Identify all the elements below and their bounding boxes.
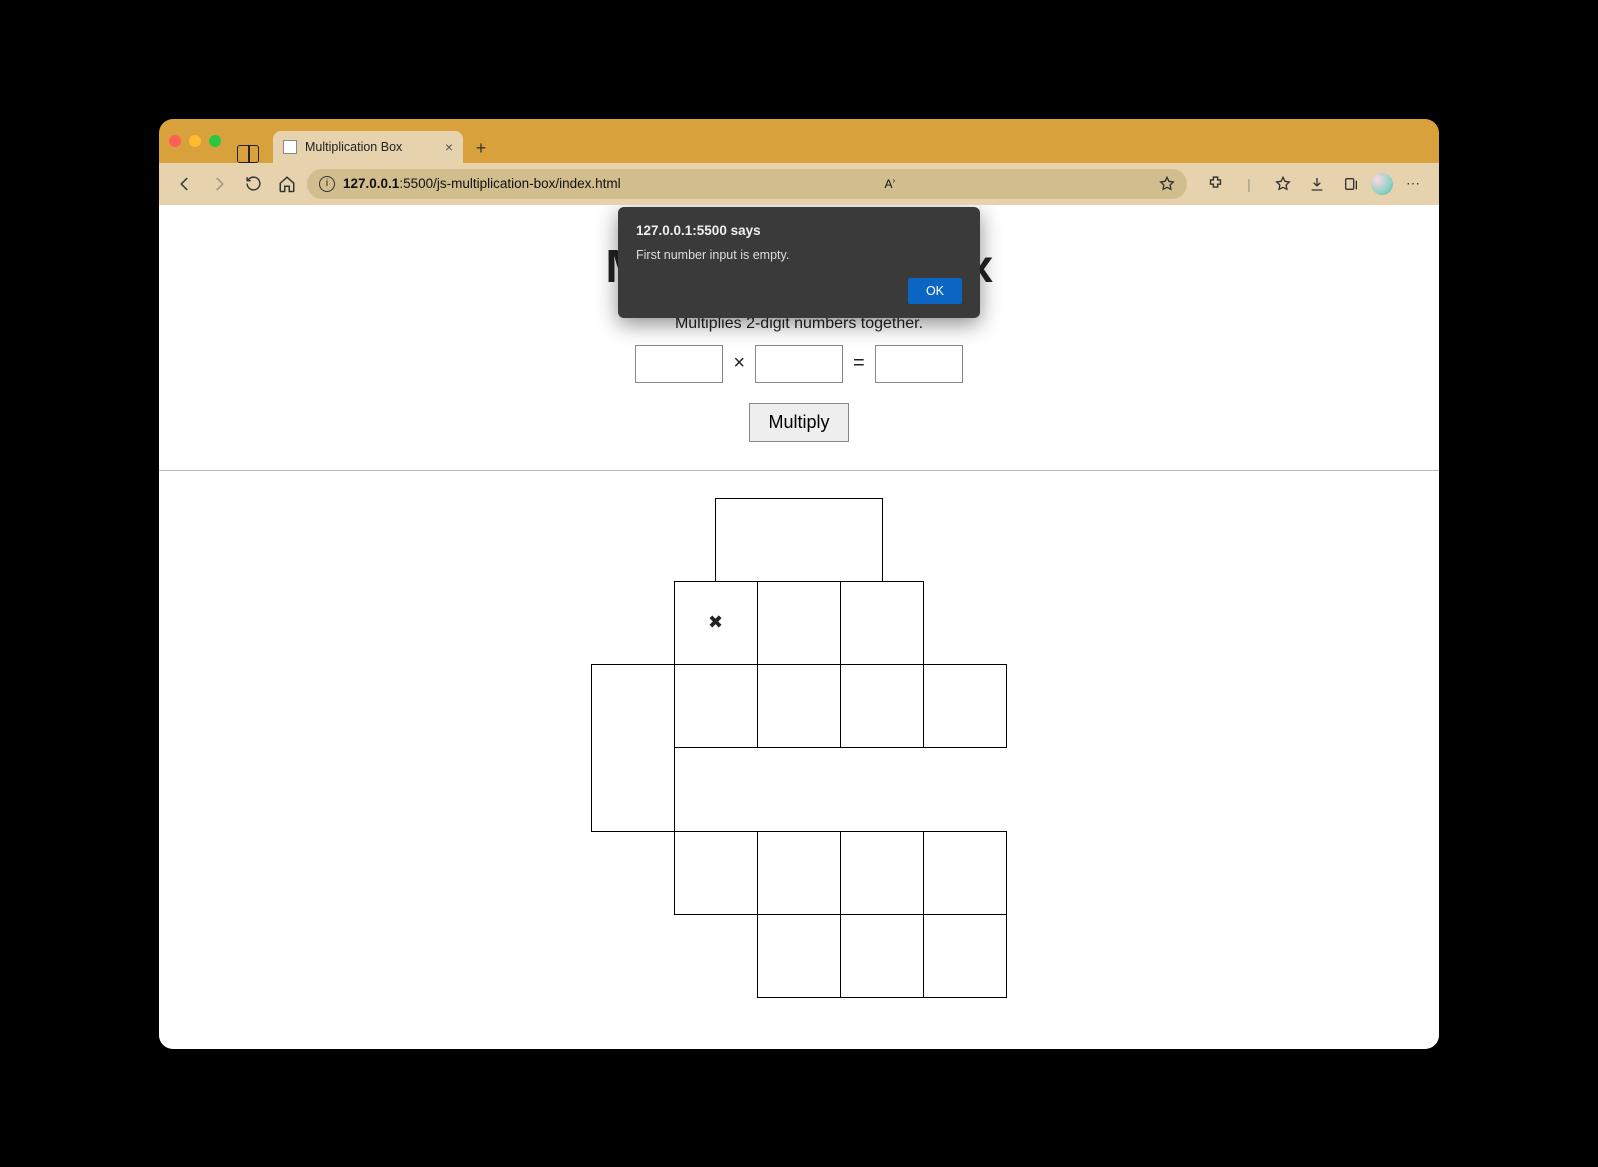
grid-cell [591,664,675,832]
divider-icon: | [1235,170,1263,198]
read-aloud-icon[interactable]: A› [884,176,895,191]
input-row: × = [159,345,1439,383]
tab-title: Multiplication Box [305,140,402,154]
browser-tab[interactable]: Multiplication Box × [273,131,463,163]
window-controls [169,119,221,163]
close-window-icon[interactable] [169,135,181,147]
grid-cell [715,498,883,582]
back-button[interactable] [171,170,199,198]
profile-avatar[interactable] [1371,173,1393,195]
page-body: Multiplication Box Multiplies 2-digit nu… [159,205,1439,1049]
grid-cell [674,664,758,748]
home-button[interactable] [273,170,301,198]
favorite-icon[interactable] [1159,176,1175,192]
second-number-input[interactable] [755,345,843,383]
new-tab-button[interactable]: + [467,135,495,163]
reload-button[interactable] [239,170,267,198]
tab-strip: Multiplication Box × + [159,119,1439,163]
grid-cell [757,914,841,998]
grid-cell [923,831,1007,915]
grid-cell [757,831,841,915]
close-tab-icon[interactable]: × [445,139,453,155]
maximize-window-icon[interactable] [209,135,221,147]
result-output [875,345,963,383]
alert-dialog: 127.0.0.1:5500 says First number input i… [618,207,980,318]
minimize-window-icon[interactable] [189,135,201,147]
divider [159,470,1439,471]
equals-symbol: = [853,352,865,375]
grid-cell [923,664,1007,748]
site-info-icon[interactable]: i [319,176,335,192]
multiplication-grid: ✖ [159,499,1439,998]
more-menu-icon[interactable]: ⋯ [1399,170,1427,198]
split-view-icon[interactable] [237,145,259,163]
grid-cell-times: ✖ [674,581,758,665]
browser-toolbar: i 127.0.0.1:5500/js-multiplication-box/i… [159,163,1439,205]
extensions-icon[interactable] [1201,170,1229,198]
alert-title: 127.0.0.1:5500 says [636,223,962,238]
alert-message: First number input is empty. [636,248,962,262]
url-text: 127.0.0.1:5500/js-multiplication-box/ind… [343,176,621,191]
downloads-icon[interactable] [1303,170,1331,198]
grid-cell [840,664,924,748]
page-icon [283,140,297,154]
first-number-input[interactable] [635,345,723,383]
grid-cell [840,581,924,665]
multiply-button[interactable]: Multiply [749,403,848,442]
browser-window: Multiplication Box × + i 127.0.0.1:5500/… [159,119,1439,1049]
alert-ok-button[interactable]: OK [908,278,962,304]
grid-cell [840,831,924,915]
grid-cell [840,914,924,998]
grid-cell [923,914,1007,998]
forward-button[interactable] [205,170,233,198]
grid-cell [674,831,758,915]
grid-cell [757,664,841,748]
address-bar[interactable]: i 127.0.0.1:5500/js-multiplication-box/i… [307,169,1187,199]
times-symbol: × [733,352,745,375]
grid-cell [757,581,841,665]
browser-viewport: Multiplication Box Multiplies 2-digit nu… [159,205,1439,1049]
favorites-icon[interactable] [1269,170,1297,198]
collections-icon[interactable] [1337,170,1365,198]
